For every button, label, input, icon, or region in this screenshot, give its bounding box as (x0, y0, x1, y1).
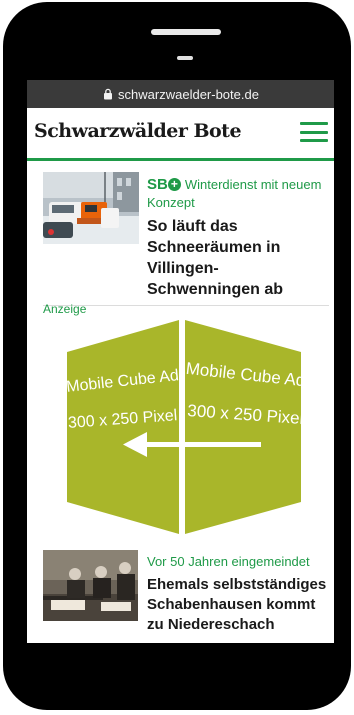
lock-icon (104, 88, 113, 100)
speaker-grille (151, 29, 221, 35)
mobile-cube-ad[interactable]: Mobile Cube Ad 300 x 250 Pixel Mobile Cu… (43, 320, 329, 534)
camera-notch (177, 56, 193, 60)
article-kicker: Vor 50 Jahren eingemeindet (147, 554, 310, 569)
cube-face-right (185, 320, 301, 534)
article-headline[interactable]: So läuft das Schneeräumen in Villingen-S… (147, 216, 327, 300)
browser-url-bar[interactable]: schwarzwaelder-bote.de (27, 80, 334, 108)
plus-icon: + (167, 178, 181, 191)
article-headline[interactable]: Ehemals selbstständiges Schabenhausen ko… (147, 575, 327, 635)
site-logo[interactable]: Schwarzwälder Bote (34, 120, 242, 142)
phone-frame: schwarzwaelder-bote.de Schwarzwälder Bot… (3, 2, 351, 710)
article-kicker: SB + Winterdienst mit neuem Konzept (147, 176, 322, 210)
hamburger-menu-icon[interactable] (300, 122, 328, 142)
article-image-historic[interactable] (43, 550, 138, 621)
site-header: Schwarzwälder Bote (27, 108, 334, 161)
phone-screen: schwarzwaelder-bote.de Schwarzwälder Bot… (27, 80, 334, 643)
url-text: schwarzwaelder-bote.de (118, 86, 259, 102)
ad-label: Anzeige (43, 302, 87, 316)
article-image-snowplow[interactable] (43, 172, 139, 244)
sb-plus-badge: SB (147, 176, 168, 193)
